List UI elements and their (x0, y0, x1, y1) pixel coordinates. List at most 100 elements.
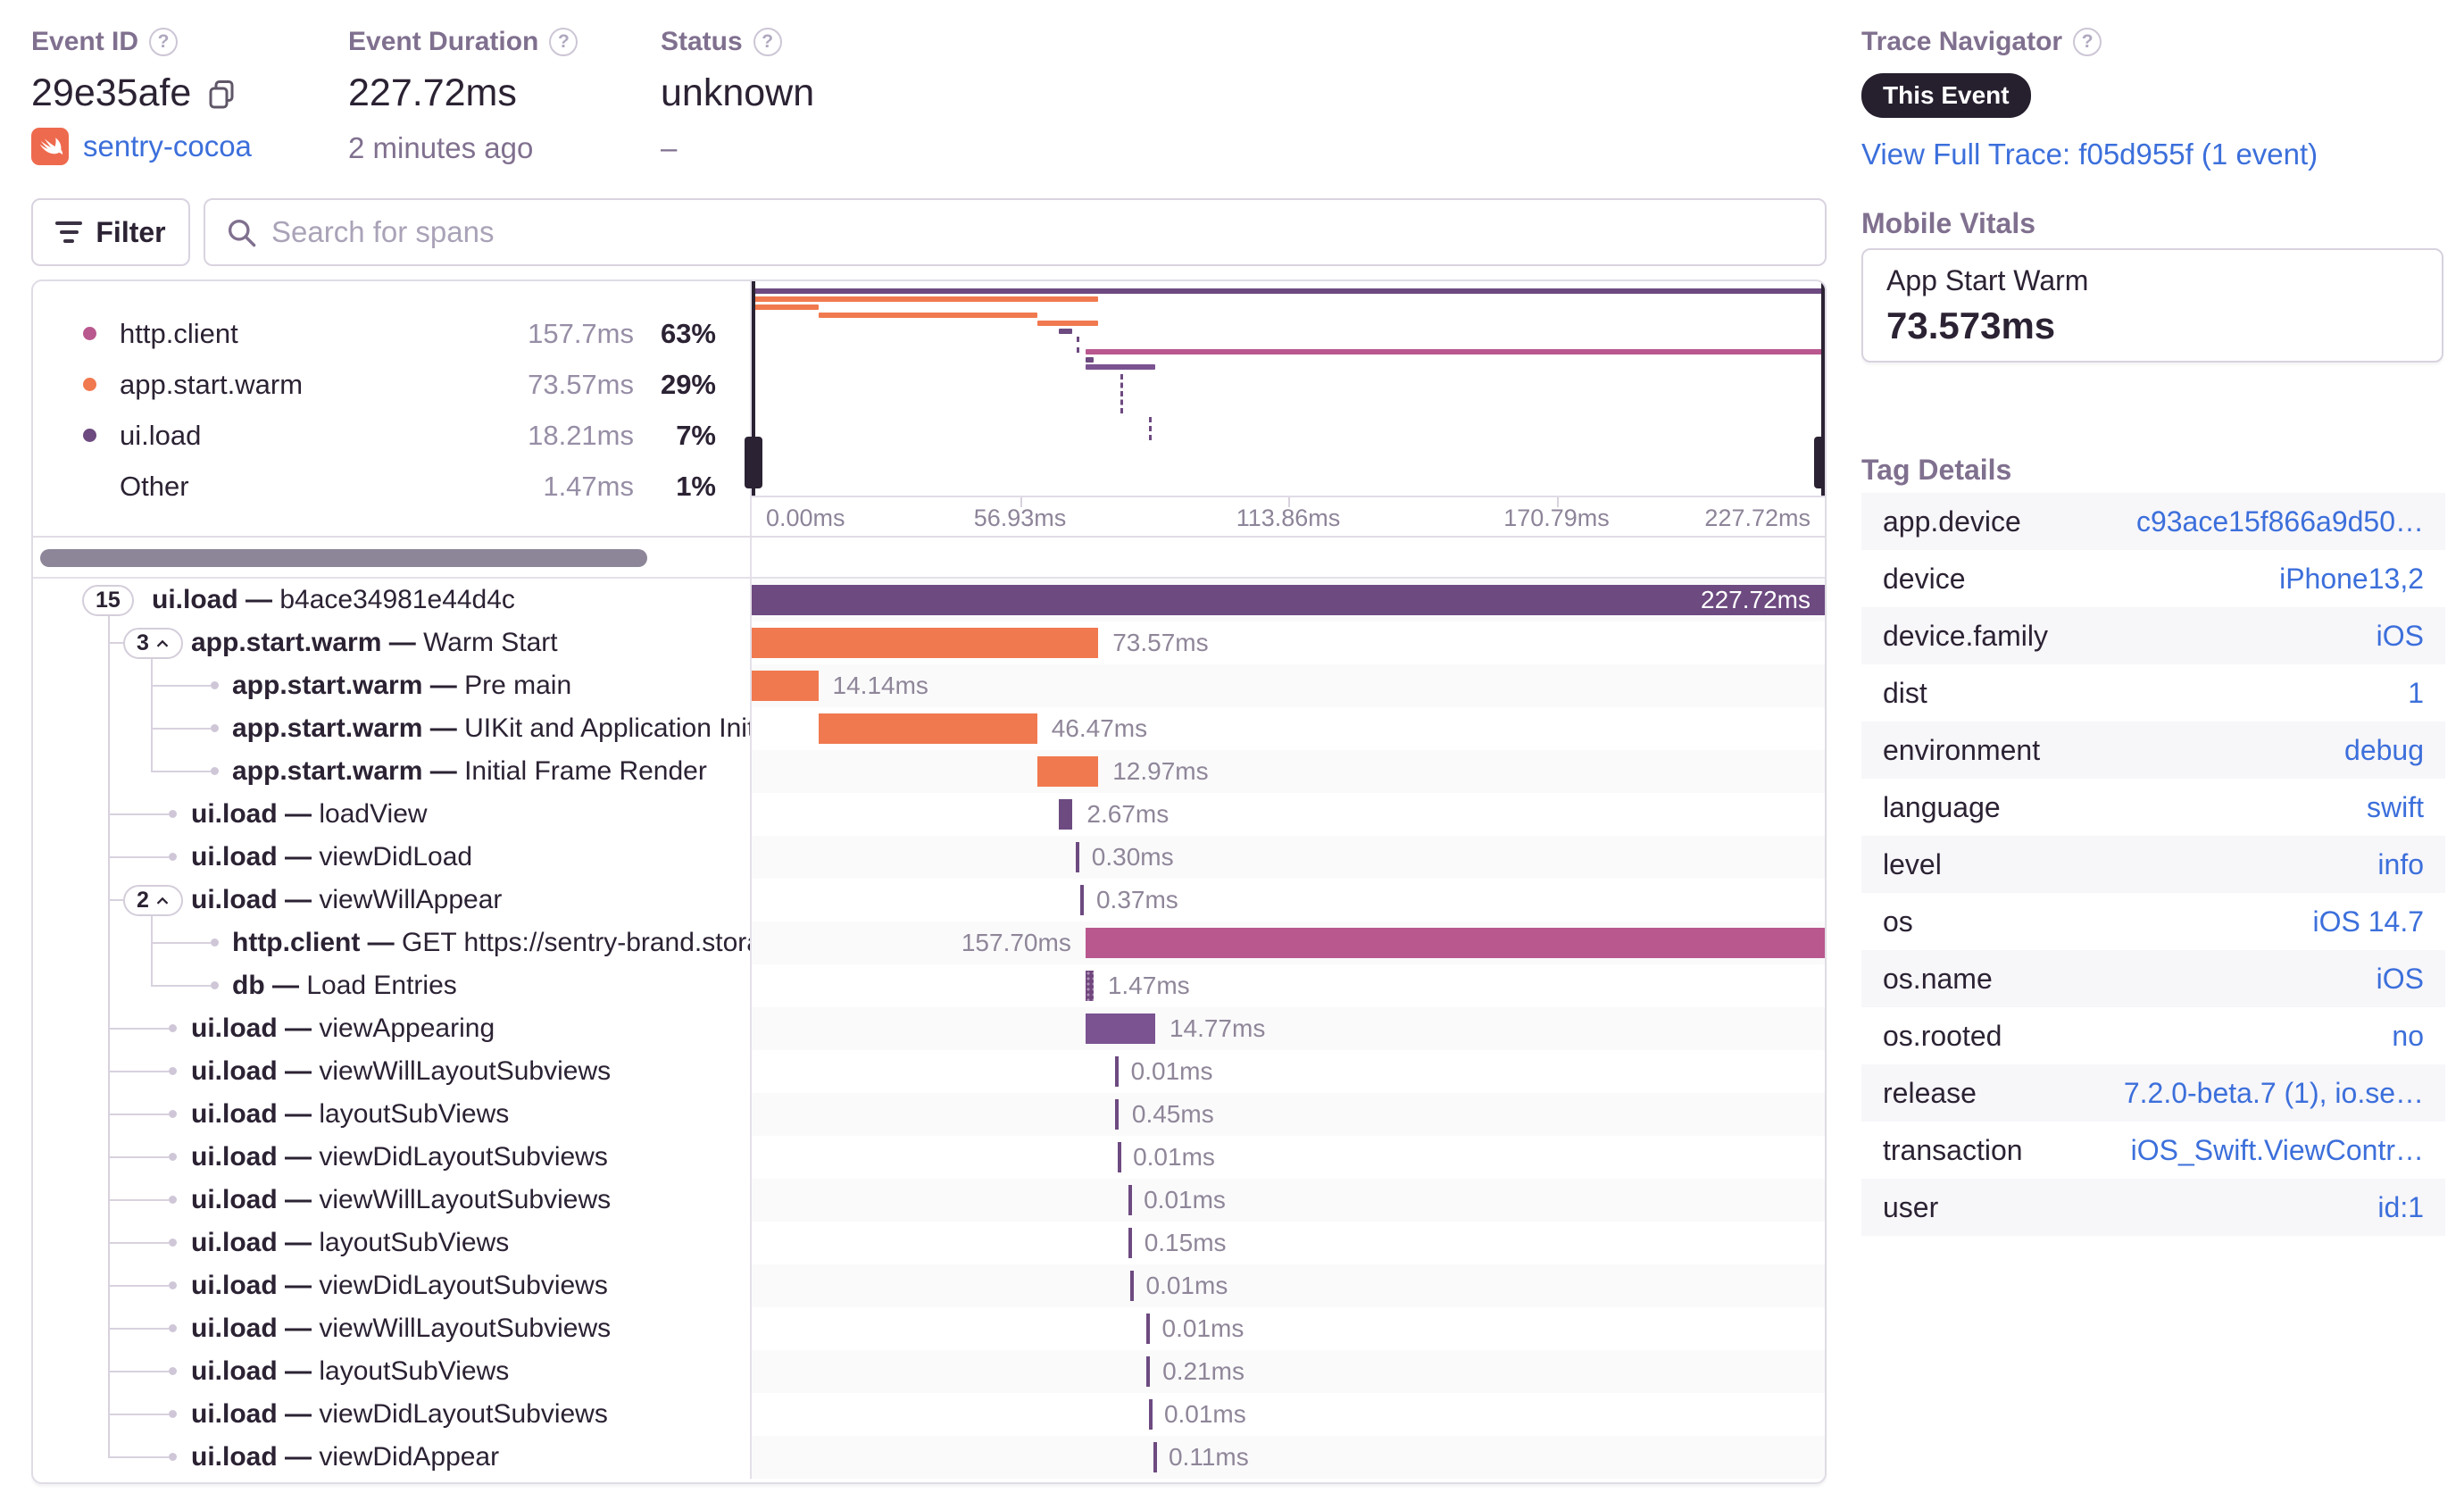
span-row[interactable]: ui.load — loadView 2.67ms (33, 793, 1825, 836)
tag-value-link[interactable]: 1 (2408, 677, 2424, 710)
minimap-span-bar (1058, 329, 1073, 334)
span-row[interactable]: ui.load — viewDidLayoutSubviews 0.01ms (33, 1393, 1825, 1436)
span-bar[interactable] (1146, 1314, 1151, 1344)
span-bar[interactable] (1115, 1056, 1120, 1087)
span-bar[interactable] (1036, 756, 1099, 787)
help-icon[interactable]: ? (149, 28, 179, 56)
tag-value-link[interactable]: iOS_Swift.ViewContr… (2131, 1134, 2424, 1167)
app-start-warm-card[interactable]: App Start Warm 73.573ms (1861, 248, 2443, 363)
span-row[interactable]: 2 ui.load — viewWillAppear 0.37ms (33, 879, 1825, 922)
tag-value-link[interactable]: info (2377, 848, 2424, 881)
span-bar[interactable] (1130, 1271, 1135, 1301)
span-row[interactable]: app.start.warm — UIKit and Application I… (33, 707, 1825, 750)
tag-key: dist (1883, 676, 1927, 709)
span-bar[interactable] (1146, 1356, 1151, 1387)
help-icon[interactable]: ? (549, 28, 579, 56)
tag-value-link[interactable]: iOS (2377, 620, 2424, 653)
tree-connector-dot (169, 1324, 177, 1332)
axis-tick-mark (1020, 497, 1022, 508)
tag-value-link[interactable]: iOS (2377, 963, 2424, 996)
tag-key: os (1883, 905, 1913, 938)
span-row[interactable]: ui.load — layoutSubViews 0.21ms (33, 1350, 1825, 1393)
minimap-span-bar (752, 288, 1825, 294)
span-children-count-pill[interactable]: 3 (123, 628, 183, 659)
tag-row: user id:1 (1861, 1179, 2445, 1236)
span-bar[interactable] (818, 713, 1037, 744)
span-duration-cell: 157.70ms (752, 922, 1825, 964)
span-row[interactable]: 3 app.start.warm — Warm Start 73.57ms (33, 621, 1825, 664)
span-row[interactable]: ui.load — viewDidLoad 0.30ms (33, 836, 1825, 879)
tag-value-link[interactable]: iPhone13,2 (2279, 563, 2424, 596)
copy-icon[interactable] (205, 78, 237, 110)
span-children-count-pill[interactable]: 2 (123, 885, 183, 916)
tag-value-link[interactable]: swift (2367, 791, 2424, 824)
span-row[interactable]: app.start.warm — Initial Frame Render 12.… (33, 750, 1825, 793)
span-bar[interactable] (1115, 1099, 1120, 1130)
span-bar[interactable] (752, 628, 1099, 658)
search-input[interactable] (271, 215, 1805, 249)
trace-minimap[interactable] (745, 281, 1825, 496)
span-bar[interactable] (1117, 1142, 1121, 1172)
span-row[interactable]: http.client — GET https://sentry-brand.s… (33, 922, 1825, 964)
span-bar[interactable] (1128, 1228, 1132, 1258)
span-row[interactable]: db — Load Entries 1.47ms (33, 964, 1825, 1007)
span-duration-cell: 0.01ms (752, 1393, 1825, 1436)
span-row[interactable]: ui.load — viewWillLayoutSubviews 0.01ms (33, 1307, 1825, 1350)
minimap-right-handle[interactable] (1814, 281, 1825, 496)
span-duration-cell: 1.47ms (752, 964, 1825, 1007)
span-children-count-pill[interactable]: 15 (82, 585, 134, 616)
minimap-handle-grip[interactable] (1814, 437, 1825, 489)
minimap-left-handle[interactable] (745, 281, 762, 496)
tag-value-link[interactable]: no (2392, 1020, 2424, 1053)
tag-value-link[interactable]: c93ace15f866a9d50… (2136, 505, 2424, 538)
legend-item: ui.load 18.21ms 7% (83, 410, 716, 461)
tree-horizontal-scrollbar[interactable] (33, 538, 752, 577)
span-bar[interactable] (1076, 842, 1079, 872)
span-bar[interactable] (1128, 1185, 1132, 1215)
minimap-handle-grip[interactable] (745, 437, 762, 489)
legend-item: http.client 157.7ms 63% (83, 308, 716, 359)
span-duration-cell: 12.97ms (752, 750, 1825, 793)
tag-value-link[interactable]: id:1 (2377, 1191, 2424, 1224)
tree-connector-line (108, 1328, 169, 1330)
span-row[interactable]: ui.load — viewDidLayoutSubviews 0.01ms (33, 1136, 1825, 1179)
span-row[interactable]: ui.load — viewDidLayoutSubviews 0.01ms (33, 1264, 1825, 1307)
span-row[interactable]: ui.load — viewWillLayoutSubviews 0.01ms (33, 1179, 1825, 1222)
this-event-badge[interactable]: This Event (1861, 73, 2031, 118)
tag-value-link[interactable]: 7.2.0-beta.7 (1), io.se… (2124, 1077, 2424, 1110)
tag-value-link[interactable]: iOS 14.7 (2312, 905, 2424, 938)
span-title: ui.load — viewAppearing (191, 1013, 495, 1043)
span-row[interactable]: ui.load — viewDidAppear 0.11ms (33, 1436, 1825, 1479)
tag-value-link[interactable]: debug (2344, 734, 2424, 767)
project-link[interactable]: sentry-cocoa (83, 129, 252, 163)
span-duration-cell: 227.72ms (752, 579, 1825, 621)
help-icon[interactable]: ? (2073, 28, 2102, 56)
legend-op-name: http.client (120, 317, 238, 349)
span-bar[interactable] (752, 585, 1825, 615)
filter-button[interactable]: Filter (31, 198, 190, 266)
span-bar[interactable] (1085, 928, 1825, 958)
span-row[interactable]: ui.load — viewAppearing 14.77ms (33, 1007, 1825, 1050)
tag-row: transaction iOS_Swift.ViewContr… (1861, 1122, 2445, 1179)
span-bar[interactable] (1153, 1442, 1157, 1472)
span-bar[interactable] (1085, 971, 1094, 1001)
span-row[interactable]: app.start.warm — Pre main 14.14ms (33, 664, 1825, 707)
span-bar[interactable] (1148, 1399, 1153, 1430)
span-bar[interactable] (1085, 1013, 1155, 1044)
tree-connector-line (108, 813, 169, 815)
scrollbar-thumb[interactable] (40, 549, 647, 567)
span-bar[interactable] (752, 671, 819, 701)
span-bar[interactable] (1058, 799, 1073, 830)
span-row[interactable]: ui.load — viewWillLayoutSubviews 0.01ms (33, 1050, 1825, 1093)
span-tree-cell: ui.load — loadView (33, 793, 752, 836)
help-icon[interactable]: ? (753, 28, 782, 56)
children-count: 15 (96, 588, 121, 613)
span-duration-label: 73.57ms (1112, 629, 1209, 656)
tree-connector-line (108, 1414, 169, 1415)
trace-navigator-label: Trace Navigator (1861, 27, 2063, 56)
span-bar[interactable] (1079, 885, 1084, 915)
span-row[interactable]: ui.load — layoutSubViews 0.45ms (33, 1093, 1825, 1136)
view-full-trace-link[interactable]: View Full Trace: f05d955f (1 event) (1861, 138, 2318, 171)
span-row[interactable]: ui.load — layoutSubViews 0.15ms (33, 1222, 1825, 1264)
span-row[interactable]: 15 ui.load — b4ace34981e44d4c 227.72ms (33, 579, 1825, 621)
